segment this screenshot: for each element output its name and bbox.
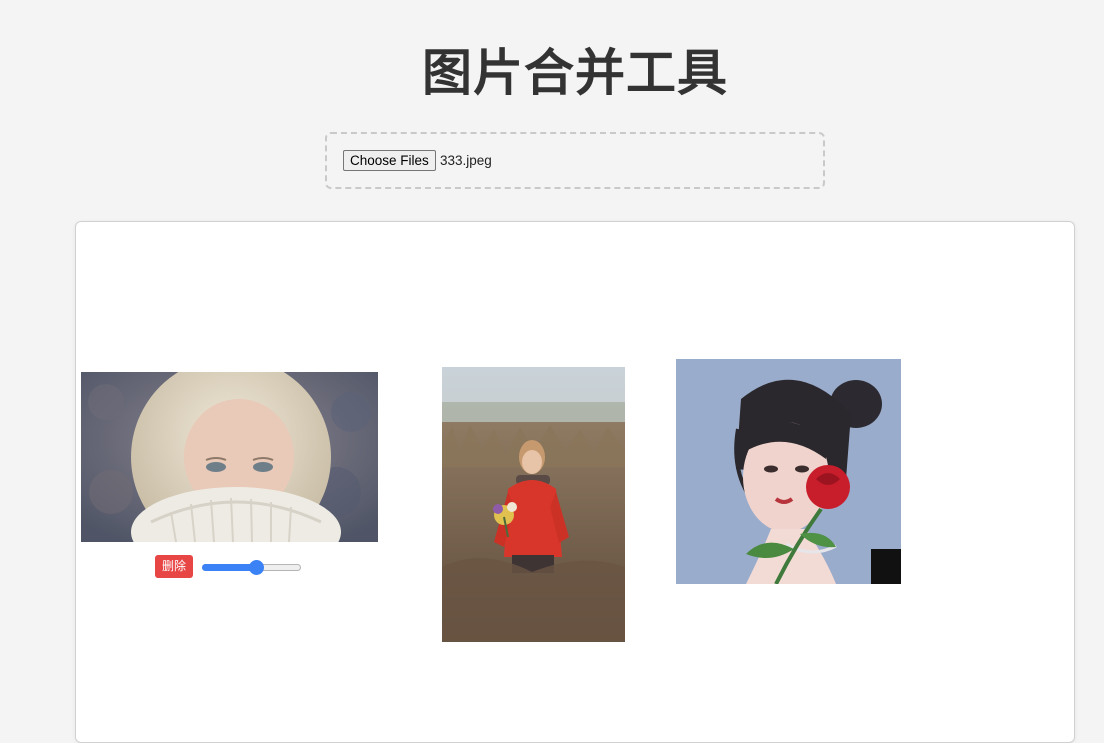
- choose-files-button[interactable]: Choose Files: [343, 150, 436, 171]
- selected-file-name: 333.jpeg: [440, 153, 492, 168]
- girl-red-sweater-field-photo: [442, 367, 625, 642]
- image-item-girl-field[interactable]: [442, 367, 625, 642]
- page-title: 图片合并工具: [422, 44, 728, 102]
- slider-thumb[interactable]: [249, 559, 265, 575]
- file-upload-dropzone[interactable]: Choose Files 333.jpeg: [325, 132, 825, 189]
- image-item-white-hair[interactable]: [81, 372, 378, 542]
- white-hair-sweater-photo: [81, 372, 378, 542]
- slider-fill: [202, 563, 257, 571]
- delete-button[interactable]: 删除: [155, 555, 194, 578]
- scale-slider[interactable]: [202, 559, 302, 575]
- image-item-woman-rose[interactable]: [676, 359, 901, 584]
- woman-red-rose-photo: [676, 359, 901, 584]
- image-controls: 删除: [155, 555, 302, 578]
- merge-canvas[interactable]: 删除: [75, 221, 1075, 743]
